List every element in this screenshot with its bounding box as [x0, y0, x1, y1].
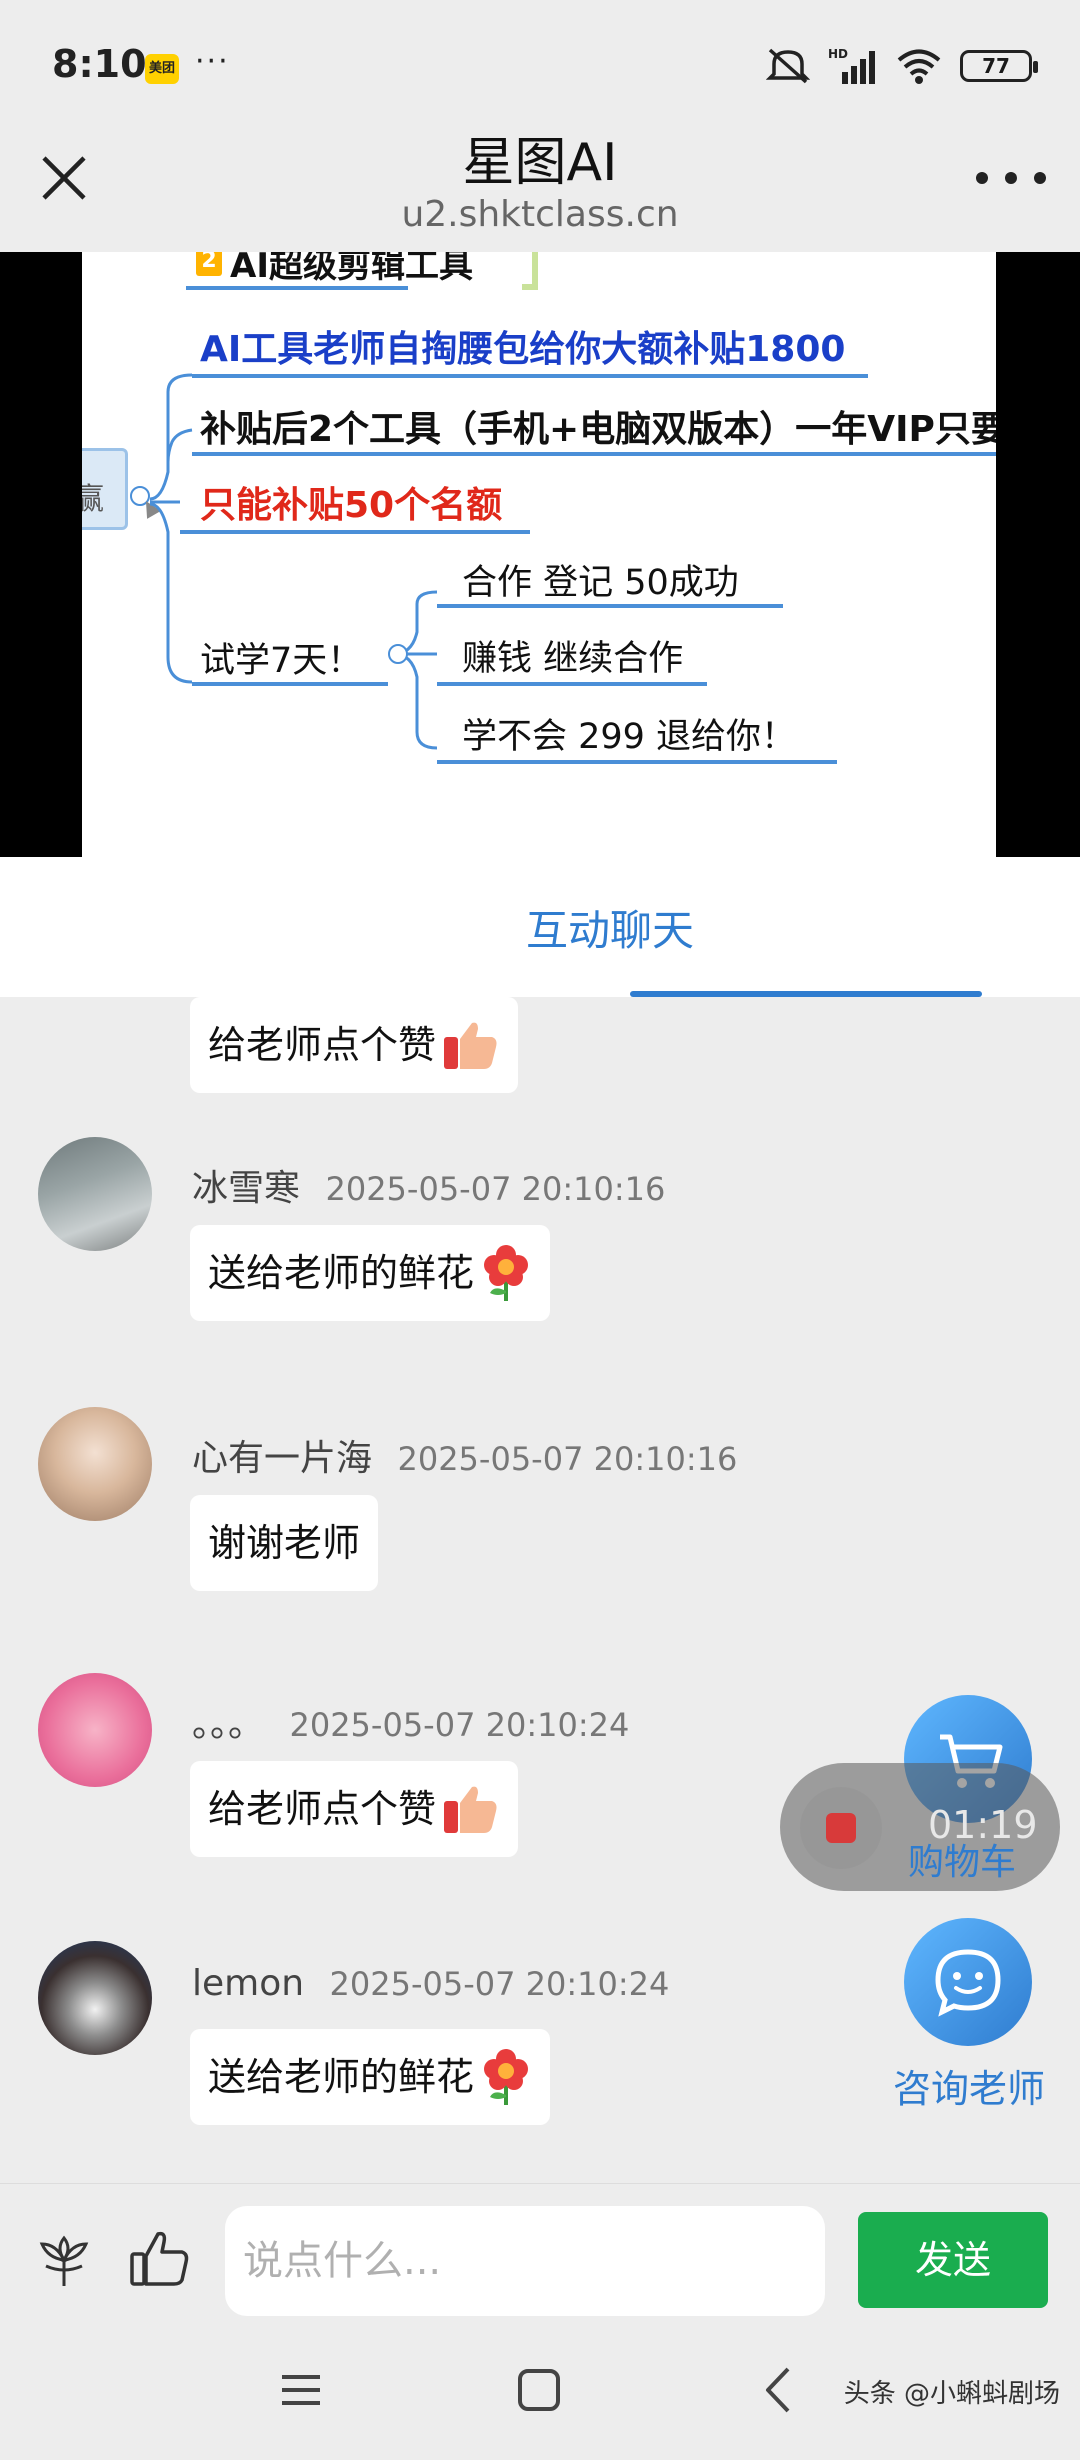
mind-map-slide: 2 AI超级剪辑工具 赢 AI工具老师自掏腰包给你大额补贴1800 补贴后2个工…: [82, 252, 996, 857]
message-time: 2025-05-07 20:10:16: [397, 1440, 738, 1478]
message-bubble: 给老师点个赞: [190, 997, 519, 1093]
connector-line: [437, 604, 783, 608]
user-name: 。。。: [192, 1704, 265, 1745]
message-bubble: 谢谢老师: [190, 1495, 379, 1591]
dot-icon: [976, 172, 988, 184]
avatar[interactable]: [38, 1407, 152, 1521]
message-text: 给老师点个赞: [208, 1787, 437, 1831]
sub-item-text: 学不会 299 退给你！: [462, 717, 797, 757]
video-player[interactable]: 2 AI超级剪辑工具 赢 AI工具老师自掏腰包给你大额补贴1800 补贴后2个工…: [0, 252, 1080, 857]
send-flower-button[interactable]: [34, 2230, 94, 2290]
dot-icon: [1005, 172, 1017, 184]
battery-icon: 77: [960, 50, 1038, 82]
page-url: u2.shktclass.cn: [401, 194, 679, 235]
status-icons: HD 77: [766, 46, 1038, 86]
more-notifications-icon: ···: [195, 44, 230, 79]
cell-signal-icon: HD: [828, 47, 875, 84]
mute-icon: [766, 48, 810, 84]
chat-smile-icon: [935, 1949, 1001, 2017]
flower-icon: [484, 2049, 529, 2105]
meituan-notification-icon: 美团: [145, 54, 179, 84]
thumbs-up-icon: [444, 1022, 497, 1069]
svg-text:HD: HD: [828, 47, 848, 61]
dot-icon: [1034, 172, 1046, 184]
avatar[interactable]: [38, 1673, 152, 1787]
tab-interactive-chat[interactable]: 互动聊天: [0, 897, 1080, 958]
message-text: 送给老师的鲜花: [208, 2055, 475, 2099]
chat-message: 心有一片海 2025-05-07 20:10:16 谢谢老师: [0, 1407, 1080, 1667]
connector-line: [437, 760, 837, 764]
connector-line: [437, 682, 707, 686]
thumbs-up-icon: [444, 1786, 497, 1833]
system-nav-bar: 头条 @小蝌蚪剧场: [0, 2333, 1080, 2460]
subsidy-line: AI工具老师自掏腰包给你大额补贴1800: [200, 329, 846, 370]
stop-icon: [826, 1813, 856, 1843]
status-time: 8:10: [52, 42, 147, 86]
message-time: 2025-05-07 20:10:24: [329, 1965, 670, 2003]
like-button[interactable]: [128, 2226, 192, 2290]
title-bar: 星图AI u2.shktclass.cn: [0, 110, 1080, 252]
message-time: 2025-05-07 20:10:24: [289, 1706, 630, 1744]
message-text: 谢谢老师: [208, 1521, 361, 1565]
message-header: lemon 2025-05-07 20:10:24: [192, 1963, 669, 2004]
input-bar: 发送: [0, 2183, 1080, 2333]
chat-message: 冰雪寒 2025-05-07 20:10:16 送给老师的鲜花: [0, 1137, 1080, 1397]
message-header: 。。。 2025-05-07 20:10:24: [192, 1695, 629, 1747]
page-title: 星图AI: [462, 133, 618, 193]
cart-label[interactable]: 购物车: [908, 1833, 1016, 1885]
user-name: lemon: [192, 1963, 305, 2004]
user-name: 心有一片海: [192, 1438, 373, 1479]
send-button[interactable]: 发送: [858, 2212, 1048, 2308]
quota-line: 只能补贴50个名额: [200, 485, 503, 526]
message-time: 2025-05-07 20:10:16: [325, 1170, 666, 1208]
menu-icon[interactable]: [280, 2369, 322, 2411]
trial-text: 试学7天！: [200, 641, 363, 681]
sub-item-text: 合作 登记 50成功: [462, 563, 739, 603]
user-name: 冰雪寒: [192, 1168, 301, 1209]
connector-line: [192, 452, 996, 456]
comment-input[interactable]: [225, 2206, 825, 2316]
message-header: 冰雪寒 2025-05-07 20:10:16: [192, 1159, 665, 1211]
message-text: 给老师点个赞: [208, 1023, 437, 1067]
connector-line: [180, 530, 530, 534]
avatar[interactable]: [38, 1137, 152, 1251]
back-icon[interactable]: [758, 2365, 798, 2415]
message-header: 心有一片海 2025-05-07 20:10:16: [192, 1429, 737, 1481]
watermark: 头条 @小蝌蚪剧场: [843, 2379, 1060, 2409]
more-options-button[interactable]: [976, 158, 1046, 198]
vip-price-line: 补贴后2个工具（手机+电脑双版本）一年VIP只要2: [200, 409, 996, 450]
message-bubble: 给老师点个赞: [190, 1761, 519, 1857]
collapse-toggle[interactable]: [388, 644, 408, 664]
flower-icon: [484, 1245, 529, 1301]
avatar[interactable]: [38, 1941, 152, 2055]
home-icon[interactable]: [518, 2369, 560, 2411]
tab-bar: 互动聊天: [0, 857, 1080, 997]
message-bubble: 送给老师的鲜花: [190, 1225, 551, 1321]
message-text: 送给老师的鲜花: [208, 1251, 475, 1295]
sub-item-text: 赚钱 继续合作: [462, 639, 684, 679]
wifi-icon: [897, 49, 941, 84]
consult-teacher-label[interactable]: 咨询老师: [893, 2058, 1045, 2113]
consult-teacher-button[interactable]: [904, 1918, 1032, 2046]
connector-line: [192, 374, 868, 378]
connector-line: [192, 682, 388, 686]
message-bubble: 送给老师的鲜花: [190, 2029, 551, 2125]
